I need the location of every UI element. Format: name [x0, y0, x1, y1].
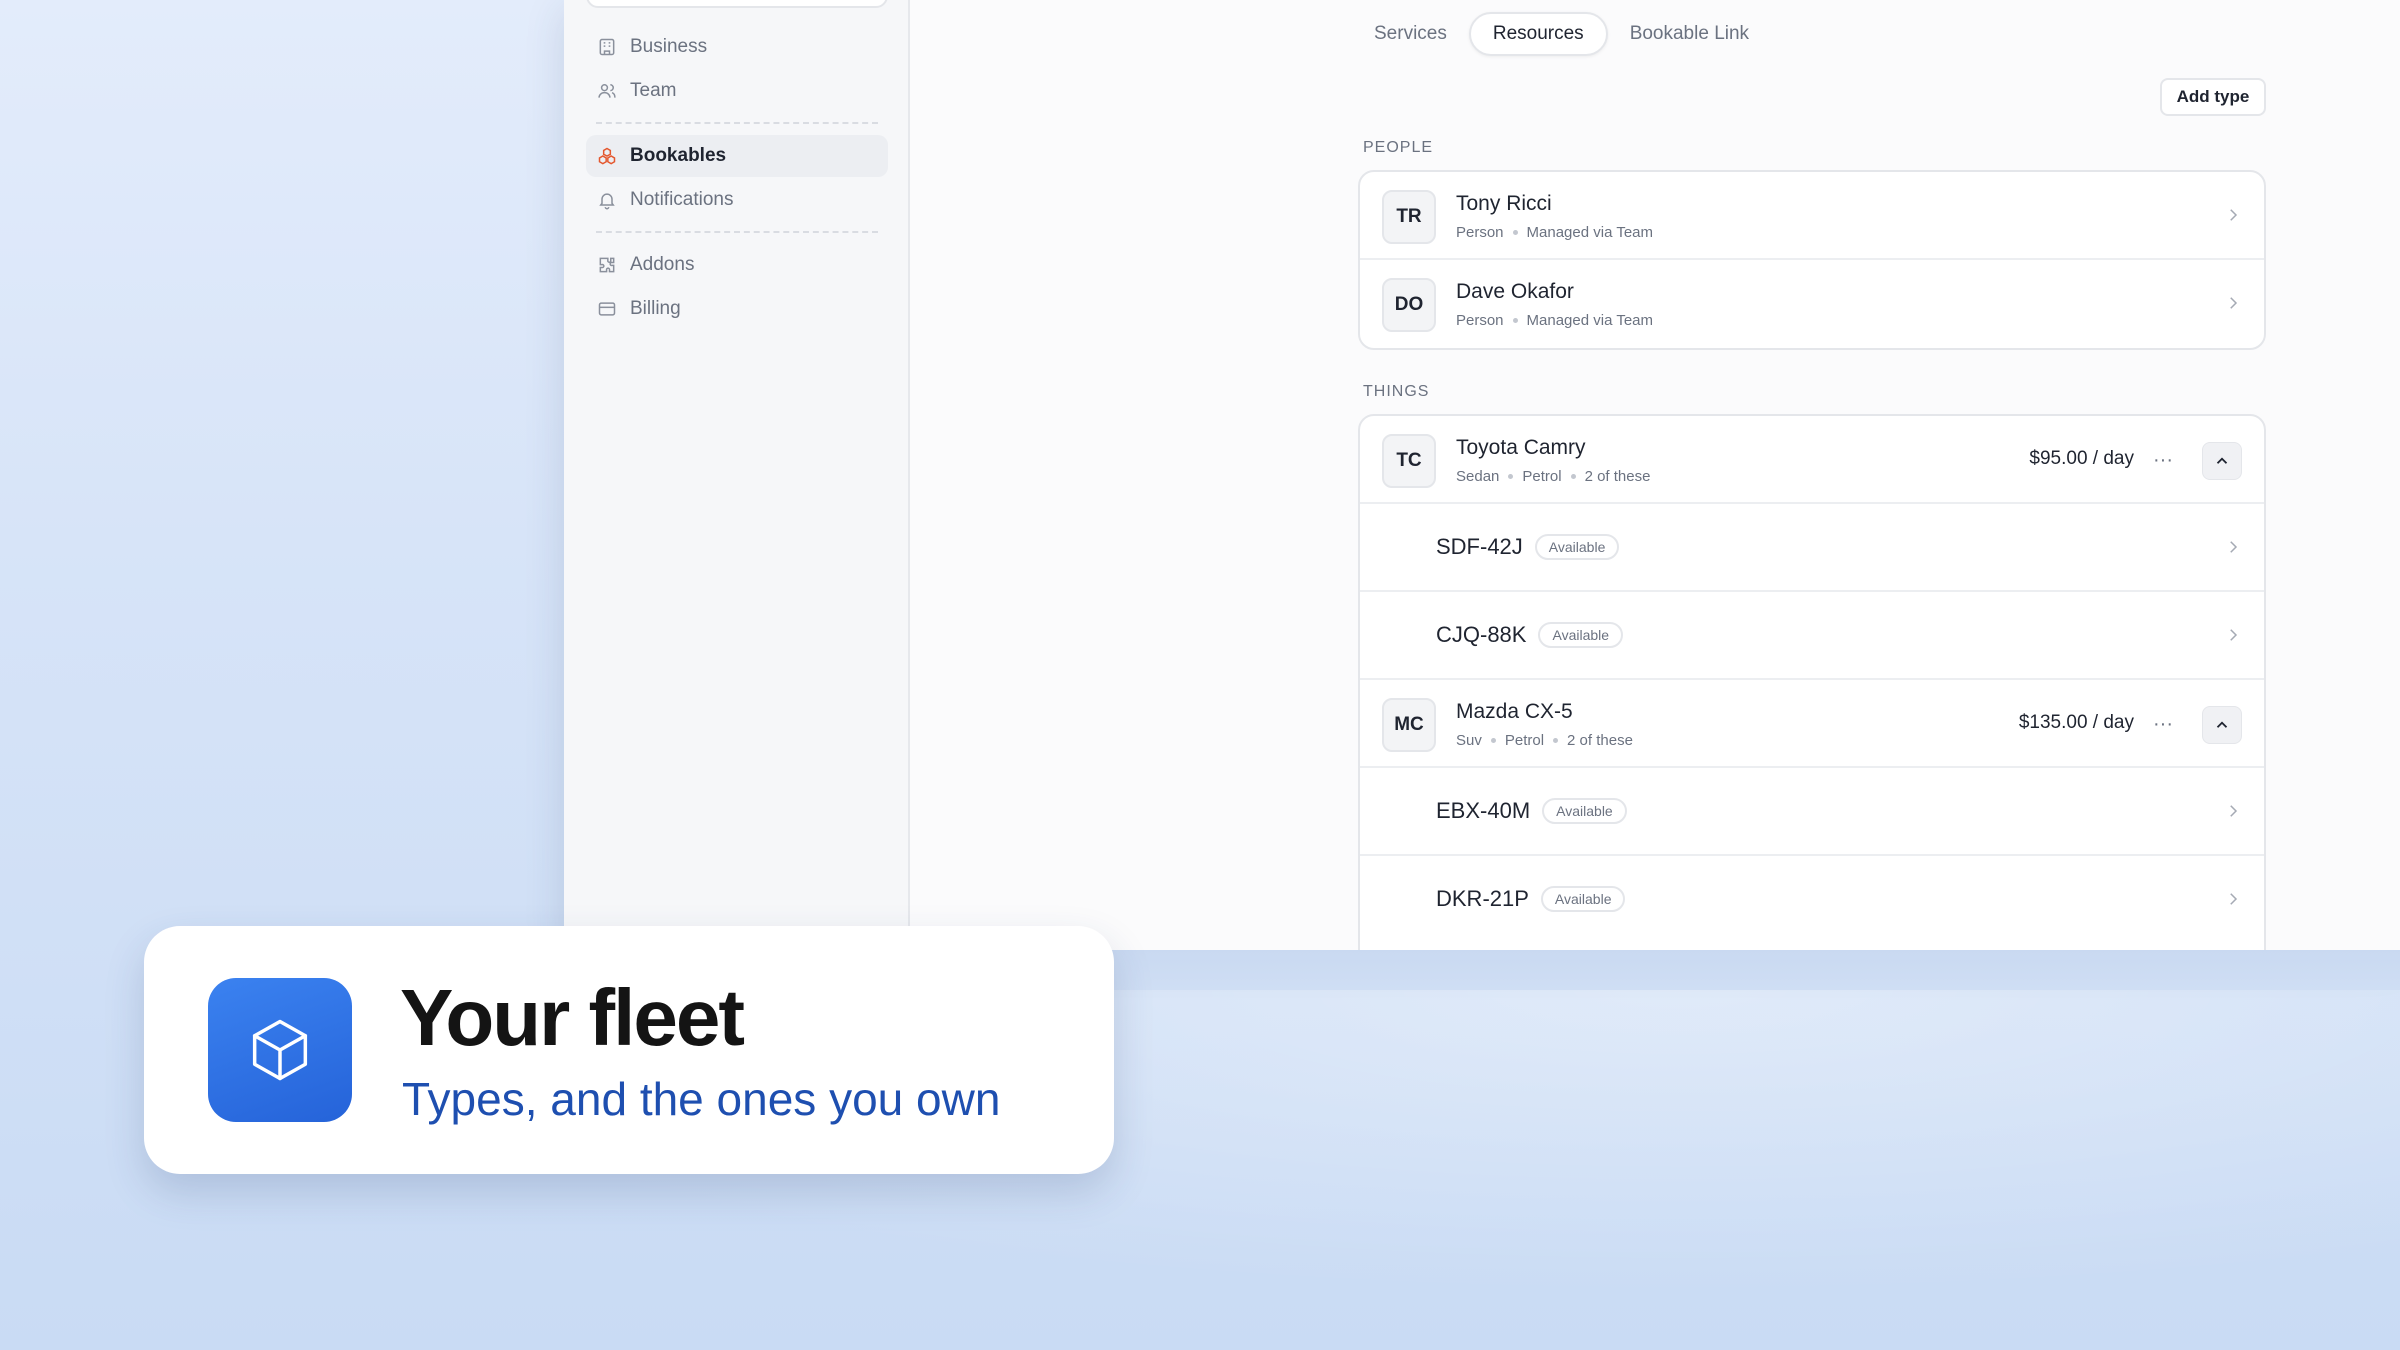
sidebar-item-team[interactable]: Team — [586, 70, 888, 112]
sidebar: Business Team Bookables Notifications Ad… — [564, 0, 910, 950]
person-meta: Person Managed via Team — [1456, 312, 1653, 329]
separator-dot — [1570, 474, 1576, 479]
boxes-icon — [596, 145, 618, 167]
type-price: $135.00 / day — [2018, 712, 2134, 733]
more-options-icon[interactable]: ··· — [2150, 712, 2176, 736]
person-name: Tony Ricci — [1456, 192, 1552, 215]
sidebar-item-addons[interactable]: Addons — [586, 244, 888, 286]
sidebar-item-label: Team — [630, 80, 677, 101]
unit-row[interactable]: CJQ-88K Available — [1360, 592, 2264, 680]
type-meta: Sedan Petrol 2 of these — [1456, 468, 1650, 485]
person-row-dave[interactable]: DO Dave Okafor Person Managed via Team — [1360, 260, 2264, 348]
person-type: Person — [1456, 224, 1504, 241]
unit-row[interactable]: EBX-40M Available — [1360, 768, 2264, 856]
tab-resources[interactable]: Resources — [1468, 12, 1608, 56]
chevron-up-icon — [2216, 721, 2228, 728]
person-name: Dave Okafor — [1456, 280, 1574, 303]
type-price: $95.00 / day — [2029, 448, 2134, 469]
type-count: 2 of these — [1584, 468, 1651, 485]
avatar: TR — [1382, 190, 1436, 244]
window-bottom-mask — [1100, 950, 2400, 990]
separator-dot — [1512, 230, 1518, 235]
tab-services[interactable]: Services — [1352, 12, 1469, 56]
more-options-icon[interactable]: ··· — [2150, 448, 2176, 472]
bell-icon — [596, 189, 618, 211]
sidebar-item-label: Bookables — [630, 145, 727, 166]
type-name: Toyota Camry — [1456, 436, 1586, 459]
unit-row[interactable]: SDF-42J Available — [1360, 504, 2264, 592]
sidebar-top-control[interactable] — [586, 0, 888, 8]
separator-dot — [1508, 474, 1514, 479]
sidebar-item-bookables[interactable]: Bookables — [586, 135, 888, 177]
people-card: TR Tony Ricci Person Managed via Team DO… — [1358, 170, 2266, 350]
avatar: TC — [1382, 434, 1436, 488]
things-card: TC Toyota Camry Sedan Petrol 2 of these … — [1358, 414, 2266, 974]
feature-caption-card: Your fleet Types, and the ones you own — [144, 926, 1114, 1174]
sidebar-item-label: Business — [630, 36, 708, 57]
sidebar-item-notifications[interactable]: Notifications — [586, 179, 888, 221]
collapse-button[interactable] — [2202, 442, 2242, 480]
type-name: Mazda CX-5 — [1456, 700, 1573, 723]
sidebar-item-business[interactable]: Business — [586, 26, 888, 68]
separator-dot — [1553, 738, 1559, 743]
caption-subtitle: Types, and the ones you own — [402, 1073, 1001, 1125]
sidebar-divider — [596, 231, 878, 233]
puzzle-icon — [596, 254, 618, 276]
add-type-button[interactable]: Add type — [2160, 78, 2266, 116]
chevron-right-icon — [2224, 538, 2242, 556]
credit-card-icon — [596, 298, 618, 320]
unit-plate: EBX-40M Available — [1436, 798, 1627, 826]
unit-plate: DKR-21P Available — [1436, 886, 1626, 914]
status-badge: Available — [1534, 534, 1620, 560]
plate-text: SDF-42J — [1436, 534, 1523, 559]
sidebar-divider — [596, 122, 878, 124]
chevron-right-icon — [2224, 802, 2242, 820]
status-badge: Available — [1542, 798, 1627, 824]
type-row-toyota-camry[interactable]: TC Toyota Camry Sedan Petrol 2 of these … — [1360, 416, 2264, 504]
separator-dot — [1490, 738, 1496, 743]
type-count: 2 of these — [1567, 732, 1633, 749]
users-icon — [596, 80, 618, 102]
building-icon — [596, 36, 618, 58]
caption-title: Your fleet — [400, 973, 745, 1062]
chevron-right-icon — [2224, 294, 2242, 312]
collapse-button[interactable] — [2202, 706, 2242, 744]
chevron-right-icon — [2224, 890, 2242, 908]
chevron-right-icon — [2224, 626, 2242, 644]
person-type: Person — [1456, 312, 1504, 329]
status-badge: Available — [1538, 622, 1624, 648]
unit-plate: SDF-42J Available — [1436, 534, 1620, 562]
type-fuel: Petrol — [1522, 468, 1562, 485]
person-source: Managed via Team — [1526, 224, 1653, 241]
type-row-mazda-cx5[interactable]: MC Mazda CX-5 Suv Petrol 2 of these $135… — [1360, 680, 2264, 768]
sidebar-item-label: Notifications — [630, 189, 734, 210]
plate-text: EBX-40M — [1436, 798, 1531, 823]
plate-text: CJQ-88K — [1436, 622, 1527, 647]
cube-icon — [208, 978, 352, 1122]
unit-plate: CJQ-88K Available — [1436, 622, 1624, 650]
sidebar-item-billing[interactable]: Billing — [586, 288, 888, 330]
sidebar-item-label: Billing — [630, 298, 681, 319]
avatar: DO — [1382, 278, 1436, 332]
tab-bookable-link[interactable]: Bookable Link — [1608, 12, 1771, 56]
chevron-right-icon — [2224, 206, 2242, 224]
type-fuel: Petrol — [1504, 732, 1545, 749]
plate-text: DKR-21P — [1436, 886, 1529, 911]
status-badge: Available — [1540, 886, 1626, 912]
person-source: Managed via Team — [1526, 312, 1653, 329]
type-category: Suv — [1456, 732, 1482, 749]
avatar: MC — [1382, 698, 1436, 752]
sidebar-item-label: Addons — [630, 254, 695, 275]
people-section-label: PEOPLE — [1363, 139, 1434, 156]
type-category: Sedan — [1456, 468, 1500, 485]
type-meta: Suv Petrol 2 of these — [1456, 732, 1633, 749]
things-section-label: THINGS — [1363, 383, 1430, 400]
person-meta: Person Managed via Team — [1456, 224, 1653, 241]
chevron-up-icon — [2216, 457, 2228, 464]
person-row-tony[interactable]: TR Tony Ricci Person Managed via Team — [1360, 172, 2264, 260]
separator-dot — [1512, 318, 1518, 323]
unit-row[interactable]: DKR-21P Available — [1360, 856, 2264, 944]
tab-bar: Services Resources Bookable Link — [1352, 12, 1771, 56]
